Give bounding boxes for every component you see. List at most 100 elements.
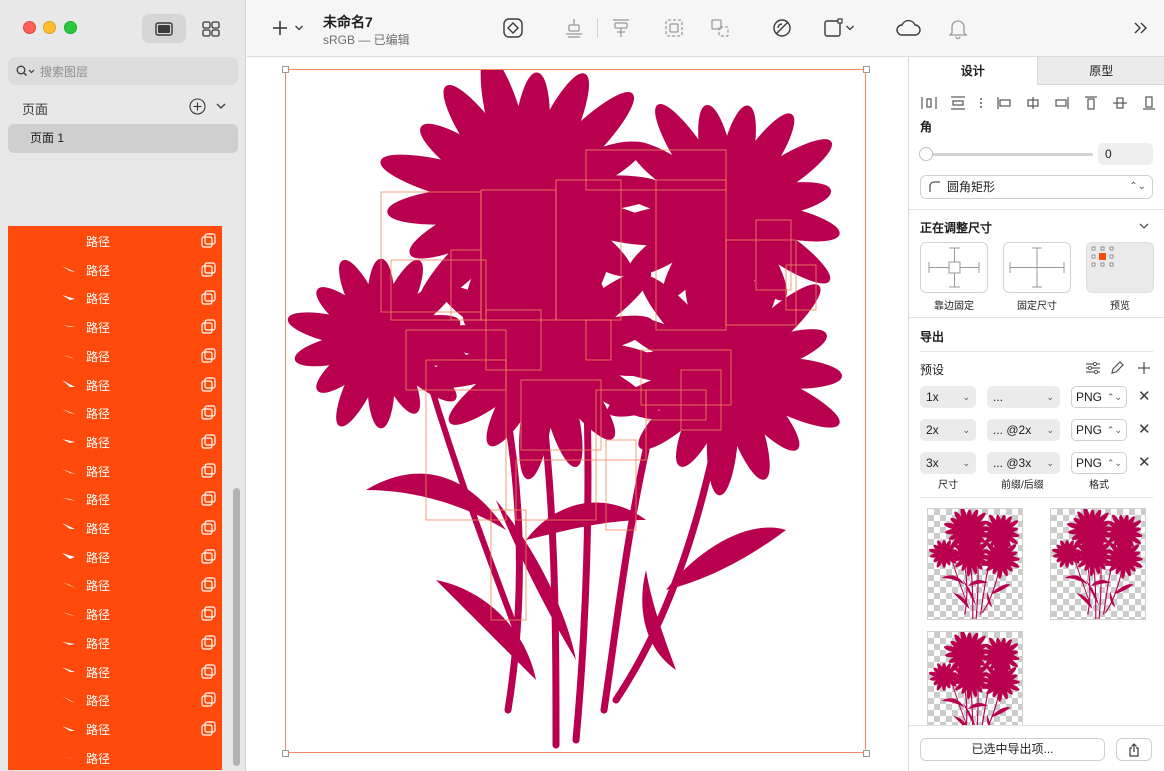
layer-mask-icon[interactable] (201, 577, 216, 592)
flower-head[interactable] (286, 255, 470, 431)
chevron-down-icon[interactable] (215, 100, 227, 112)
pin-to-edge-option[interactable] (920, 242, 988, 293)
align-middle-vertical-icon[interactable] (1112, 96, 1128, 110)
layer-row[interactable]: 路径 (8, 255, 222, 283)
stem-path[interactable] (1103, 570, 1112, 615)
align-top-icon[interactable] (1083, 96, 1099, 110)
notifications-button[interactable] (947, 17, 969, 39)
leaf-path[interactable] (941, 575, 965, 585)
layer-search-field[interactable]: 搜索图层 (8, 57, 238, 85)
resize-handle-bottom-right[interactable] (863, 750, 870, 757)
ungroup-button[interactable] (709, 17, 731, 39)
layer-row[interactable]: 路径 (8, 628, 222, 656)
flower-artwork[interactable] (286, 70, 865, 752)
stem-path[interactable] (502, 406, 523, 714)
layer-row[interactable]: 路径 (8, 657, 222, 685)
layer-mask-icon[interactable] (201, 721, 216, 736)
corner-style-select[interactable]: 圆角矩形 ⌃⌄ (920, 175, 1153, 199)
fixed-size-option[interactable] (1003, 242, 1071, 293)
artboard[interactable] (285, 69, 866, 753)
flower-head[interactable] (1051, 539, 1082, 568)
layer-row[interactable]: 路径 (8, 714, 222, 742)
layer-mask-icon[interactable] (201, 434, 216, 449)
frame-menu-chevron[interactable] (844, 17, 856, 39)
pen-icon[interactable] (1110, 361, 1124, 375)
distribute-horizontal-icon[interactable] (921, 96, 937, 110)
corner-radius-slider-track[interactable] (925, 153, 1093, 156)
layer-mask-icon[interactable] (201, 319, 216, 334)
corner-radius-input[interactable]: 0 (1098, 143, 1153, 165)
layer-mask-icon[interactable] (201, 405, 216, 420)
minimize-window-button[interactable] (43, 21, 56, 34)
export-suffix-select[interactable]: ... @2x ⌄ (987, 419, 1060, 441)
layer-row[interactable]: 路径 (8, 743, 222, 770)
layer-mask-icon[interactable] (201, 549, 216, 564)
layer-row[interactable]: 路径 (8, 226, 222, 254)
single-view-toggle[interactable] (142, 14, 186, 43)
export-format-select[interactable]: PNG ⌃⌄ (1071, 386, 1127, 408)
group-button[interactable] (663, 17, 685, 39)
layer-mask-icon[interactable] (201, 233, 216, 248)
mask-button[interactable] (771, 17, 793, 39)
layer-mask-icon[interactable] (201, 262, 216, 277)
layer-mask-icon[interactable] (201, 491, 216, 506)
layer-mask-icon[interactable] (201, 348, 216, 363)
flower-head[interactable] (928, 539, 959, 568)
layer-row[interactable]: 路径 (8, 427, 222, 455)
stem-path[interactable] (1087, 564, 1091, 615)
layer-row[interactable]: 路径 (8, 570, 222, 598)
layer-mask-icon[interactable] (201, 606, 216, 621)
layer-mask-icon[interactable] (201, 290, 216, 305)
corner-radius-slider-knob[interactable] (919, 147, 933, 161)
layer-row[interactable]: 路径 (8, 542, 222, 570)
resize-handle-top-right[interactable] (863, 66, 870, 73)
close-window-button[interactable] (23, 21, 36, 34)
layer-row[interactable]: 路径 (8, 398, 222, 426)
share-button[interactable] (1116, 738, 1152, 761)
layer-list-scrollbar[interactable] (233, 488, 240, 766)
align-bottom-icon[interactable] (1141, 96, 1157, 110)
export-scale-select[interactable]: 3x ⌄ (920, 452, 976, 474)
export-scale-select[interactable]: 2x ⌄ (920, 419, 976, 441)
leaf-path[interactable] (1064, 575, 1088, 585)
remove-export-icon[interactable]: ✕ (1138, 420, 1151, 438)
resize-preview[interactable] (1086, 242, 1154, 293)
align-left-icon[interactable] (996, 96, 1012, 110)
export-suffix-select[interactable]: ... @3x ⌄ (987, 452, 1060, 474)
resize-handle-bottom-left[interactable] (282, 750, 289, 757)
leaf-path[interactable] (366, 473, 506, 530)
insert-button[interactable] (269, 17, 291, 39)
create-symbol-button[interactable] (502, 17, 524, 39)
stem-path[interactable] (600, 446, 650, 714)
flower-head[interactable] (928, 662, 959, 691)
layer-row[interactable]: 路径 (8, 341, 222, 369)
layer-row[interactable]: 路径 (8, 685, 222, 713)
frame-button[interactable] (822, 17, 844, 39)
layer-row[interactable]: 路径 (8, 599, 222, 627)
layer-mask-icon[interactable] (201, 520, 216, 535)
layer-mask-icon[interactable] (201, 663, 216, 679)
layer-mask-icon[interactable] (201, 462, 216, 478)
export-format-select[interactable]: PNG ⌃⌄ (1071, 452, 1127, 474)
canvas[interactable] (247, 57, 908, 771)
page-item-1[interactable]: 页面 1 (8, 124, 238, 153)
layer-row[interactable]: 路径 (8, 484, 222, 512)
export-suffix-select[interactable]: ... ⌄ (987, 386, 1060, 408)
align-center-horizontal-icon[interactable] (1025, 96, 1041, 110)
distribute-button[interactable] (610, 17, 632, 39)
layer-mask-icon[interactable] (201, 376, 216, 392)
layer-row[interactable]: 路径 (8, 283, 222, 311)
layer-row[interactable]: 路径 (8, 370, 222, 398)
export-scale-select[interactable]: 1x ⌄ (920, 386, 976, 408)
grid-view-toggle[interactable] (189, 14, 233, 43)
stem-path[interactable] (964, 564, 968, 615)
stem-path[interactable] (980, 570, 989, 615)
export-selected-button[interactable]: 已选中导出项... (920, 738, 1105, 761)
tab-design[interactable]: 设计 (909, 57, 1037, 85)
leaf-path[interactable] (941, 698, 965, 708)
layer-row[interactable]: 路径 (8, 456, 222, 484)
layer-row[interactable]: 路径 (8, 312, 222, 340)
export-format-select[interactable]: PNG ⌃⌄ (1071, 419, 1127, 441)
remove-export-icon[interactable]: ✕ (1138, 453, 1151, 471)
layer-mask-icon[interactable] (201, 692, 216, 707)
